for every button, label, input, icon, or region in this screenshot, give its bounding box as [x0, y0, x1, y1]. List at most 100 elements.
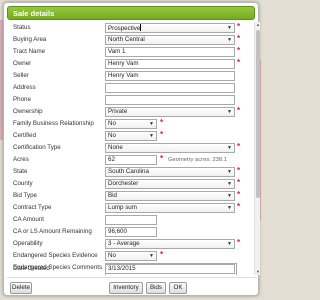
required-marker: *	[237, 106, 241, 115]
ownership-row: Ownership Private ▼ *	[7, 106, 253, 118]
buying-area-value: North Central	[108, 36, 145, 43]
certification-type-label: Certification Type	[13, 144, 61, 151]
inventory-button[interactable]: Inventory	[109, 282, 143, 294]
tract-name-row: Tract Name Vam 1 *	[7, 46, 253, 58]
buying-area-row: Buying Area North Central ▼ *	[7, 34, 253, 46]
status-value: Prospective	[108, 25, 141, 32]
bid-type-row: Bid Type Bid ▼ *	[7, 190, 253, 202]
owner-input[interactable]: Henry Vam	[105, 59, 235, 69]
operability-select[interactable]: 3 - Average ▼	[105, 239, 235, 249]
scroll-up-icon[interactable]: ▲	[255, 22, 261, 28]
family-business-value: No	[108, 120, 116, 127]
endangered-evidence-label: Endangered Species Evidence	[13, 252, 98, 259]
chevron-down-icon: ▼	[227, 169, 232, 175]
ca-amount-input[interactable]	[105, 215, 157, 225]
ca-ls-remaining-row: CA or LS Amount Remaining 96,600	[7, 226, 253, 238]
required-marker: *	[237, 190, 241, 199]
required-marker: *	[237, 34, 241, 43]
scroll-down-icon[interactable]: ▼	[255, 269, 261, 275]
required-marker: *	[237, 178, 241, 187]
county-select[interactable]: Dorchester ▼	[105, 179, 235, 189]
ca-amount-label: CA Amount	[13, 216, 44, 223]
delete-button[interactable]: Delete	[10, 282, 32, 294]
state-select[interactable]: South Carolina ▼	[105, 167, 235, 177]
tract-name-label: Tract Name	[13, 48, 46, 55]
chevron-down-icon: ▼	[227, 205, 232, 211]
chevron-down-icon: ▼	[227, 181, 232, 187]
sale-details-dialog: Sale details Status Prospective ▼ * Buyi…	[3, 2, 260, 296]
scroll-thumb[interactable]	[256, 30, 260, 198]
buying-area-label: Buying Area	[13, 36, 47, 43]
ca-ls-remaining-input[interactable]: 96,600	[105, 227, 157, 237]
required-marker: *	[160, 250, 164, 259]
required-marker: *	[237, 46, 241, 55]
required-marker: *	[237, 22, 241, 31]
phone-input[interactable]	[105, 95, 235, 105]
chevron-down-icon: ▼	[227, 241, 232, 247]
required-marker: *	[237, 202, 241, 211]
certification-type-row: Certification Type None ▼ *	[7, 142, 253, 154]
certified-value: No	[108, 132, 116, 139]
dialog-title[interactable]: Sale details	[7, 6, 255, 20]
chevron-down-icon: ▼	[149, 133, 154, 139]
operability-value: 3 - Average	[108, 240, 140, 247]
seller-row: Seller Henry Vam	[7, 70, 253, 82]
chevron-down-icon: ▼	[149, 121, 154, 127]
owner-label: Owner	[13, 60, 32, 67]
endangered-evidence-select[interactable]: No ▼	[105, 251, 157, 261]
family-business-label: Family Business Relationship	[13, 120, 94, 127]
ownership-label: Ownership	[13, 108, 43, 115]
address-input[interactable]	[105, 83, 235, 93]
chevron-down-icon: ▼	[149, 253, 154, 259]
ok-button[interactable]: OK	[169, 282, 187, 294]
ca-ls-remaining-label: CA or LS Amount Remaining	[13, 228, 92, 235]
ownership-select[interactable]: Private ▼	[105, 107, 235, 117]
state-label: State	[13, 168, 28, 175]
required-marker: *	[237, 238, 241, 247]
endangered-evidence-value: No	[108, 252, 116, 259]
required-marker: *	[160, 130, 164, 139]
address-label: Address	[13, 84, 36, 91]
required-marker: *	[237, 166, 241, 175]
tract-name-input[interactable]: Vam 1	[105, 47, 235, 57]
contract-type-select[interactable]: Lump sum ▼	[105, 203, 235, 213]
acres-input[interactable]: 62	[105, 155, 157, 165]
chevron-down-icon: ▼	[227, 37, 232, 43]
phone-label: Phone	[13, 96, 31, 103]
status-label: Status	[13, 24, 31, 31]
bid-type-label: Bid Type	[13, 192, 37, 199]
form-scrollbar[interactable]: ▲ ▼	[254, 22, 260, 275]
date-created-input[interactable]: 3/13/2015	[105, 264, 235, 274]
certified-select[interactable]: No ▼	[105, 131, 157, 141]
certified-row: Certified No ▼ *	[7, 130, 253, 142]
address-row: Address	[7, 82, 253, 94]
ownership-value: Private	[108, 108, 128, 115]
seller-input[interactable]: Henry Vam	[105, 71, 235, 81]
acres-label: Acres	[13, 156, 29, 163]
certification-type-select[interactable]: None ▼	[105, 143, 235, 153]
ca-amount-row: CA Amount	[7, 214, 253, 226]
phone-row: Phone	[7, 94, 253, 106]
chevron-down-icon: ▼	[227, 109, 232, 115]
county-row: County Dorchester ▼ *	[7, 178, 253, 190]
required-marker: *	[160, 118, 164, 127]
bids-button[interactable]: Bids	[146, 282, 166, 294]
operability-label: Operability	[13, 240, 43, 247]
form-scroll-area[interactable]: Status Prospective ▼ * Buying Area North…	[7, 22, 255, 275]
seller-label: Seller	[13, 72, 29, 79]
date-created-row: Date Created 3/13/2015	[7, 263, 253, 275]
required-marker: *	[237, 142, 241, 151]
family-business-select[interactable]: No ▼	[105, 119, 157, 129]
acres-row: Acres 62 * Geometry acres: 238.1	[7, 154, 253, 166]
chevron-down-icon: ▼	[227, 145, 232, 151]
bid-type-select[interactable]: Bid ▼	[105, 191, 235, 201]
status-select[interactable]: Prospective ▼	[105, 23, 235, 33]
date-created-label: Date Created	[13, 265, 50, 272]
state-value: South Carolina	[108, 168, 149, 175]
bid-type-value: Bid	[108, 192, 117, 199]
required-marker: *	[160, 154, 164, 163]
certified-label: Certified	[13, 132, 37, 139]
owner-row: Owner Henry Vam *	[7, 58, 253, 70]
contract-type-label: Contract Type	[13, 204, 52, 211]
buying-area-select[interactable]: North Central ▼	[105, 35, 235, 45]
